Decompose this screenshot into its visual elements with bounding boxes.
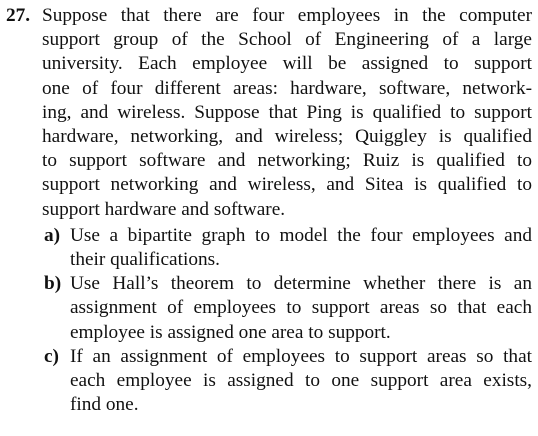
- stem-line: to support software and networking; Ruiz…: [42, 150, 532, 172]
- stem-line: support hardware and software.: [42, 198, 286, 220]
- exercise-27: 27. Suppose that there are four employee…: [0, 0, 538, 436]
- subpart-line: Use a bipartite graph to model the four …: [70, 224, 532, 246]
- stem-line: hardware, networking, and wireless; Quig…: [42, 126, 532, 148]
- problem-statement: 27. Suppose that there are four employee…: [6, 4, 532, 222]
- stem-line: support networking and wireless, and Sit…: [42, 174, 532, 196]
- subpart-line: assignment of employees to support areas…: [70, 297, 532, 319]
- stem-line: one of four different areas: hardware, s…: [42, 77, 532, 99]
- subpart-label: b): [44, 273, 62, 295]
- subpart-line: If an assignment of employees to support…: [70, 345, 532, 367]
- subpart-line: find one.: [70, 394, 139, 416]
- subpart-label: c): [44, 345, 59, 367]
- subpart-line: their qualifications.: [70, 249, 220, 271]
- subpart-a: a) Use a bipartite graph to model the fo…: [6, 224, 532, 272]
- subpart-b: b) Use Hall’s theorem to determine wheth…: [6, 272, 532, 345]
- subpart-line: Use Hall’s theorem to determine whether …: [70, 273, 532, 295]
- subpart-line: each employee is assigned to one support…: [70, 370, 532, 392]
- subpart-c: c) If an assignment of employees to supp…: [6, 345, 532, 418]
- stem-line: Suppose that there are four employees in…: [42, 5, 532, 26]
- subpart-line: employee is assigned one area to support…: [70, 321, 391, 343]
- problem-number: 27.: [6, 5, 31, 26]
- subparts-list: a) Use a bipartite graph to model the fo…: [6, 224, 532, 418]
- stem-line: support group of the School of Engineeri…: [42, 29, 532, 51]
- subpart-label: a): [44, 224, 61, 246]
- stem-line: ing, and wireless. Suppose that Ping is …: [42, 101, 532, 123]
- stem-line: university. Each employee will be assign…: [42, 53, 532, 75]
